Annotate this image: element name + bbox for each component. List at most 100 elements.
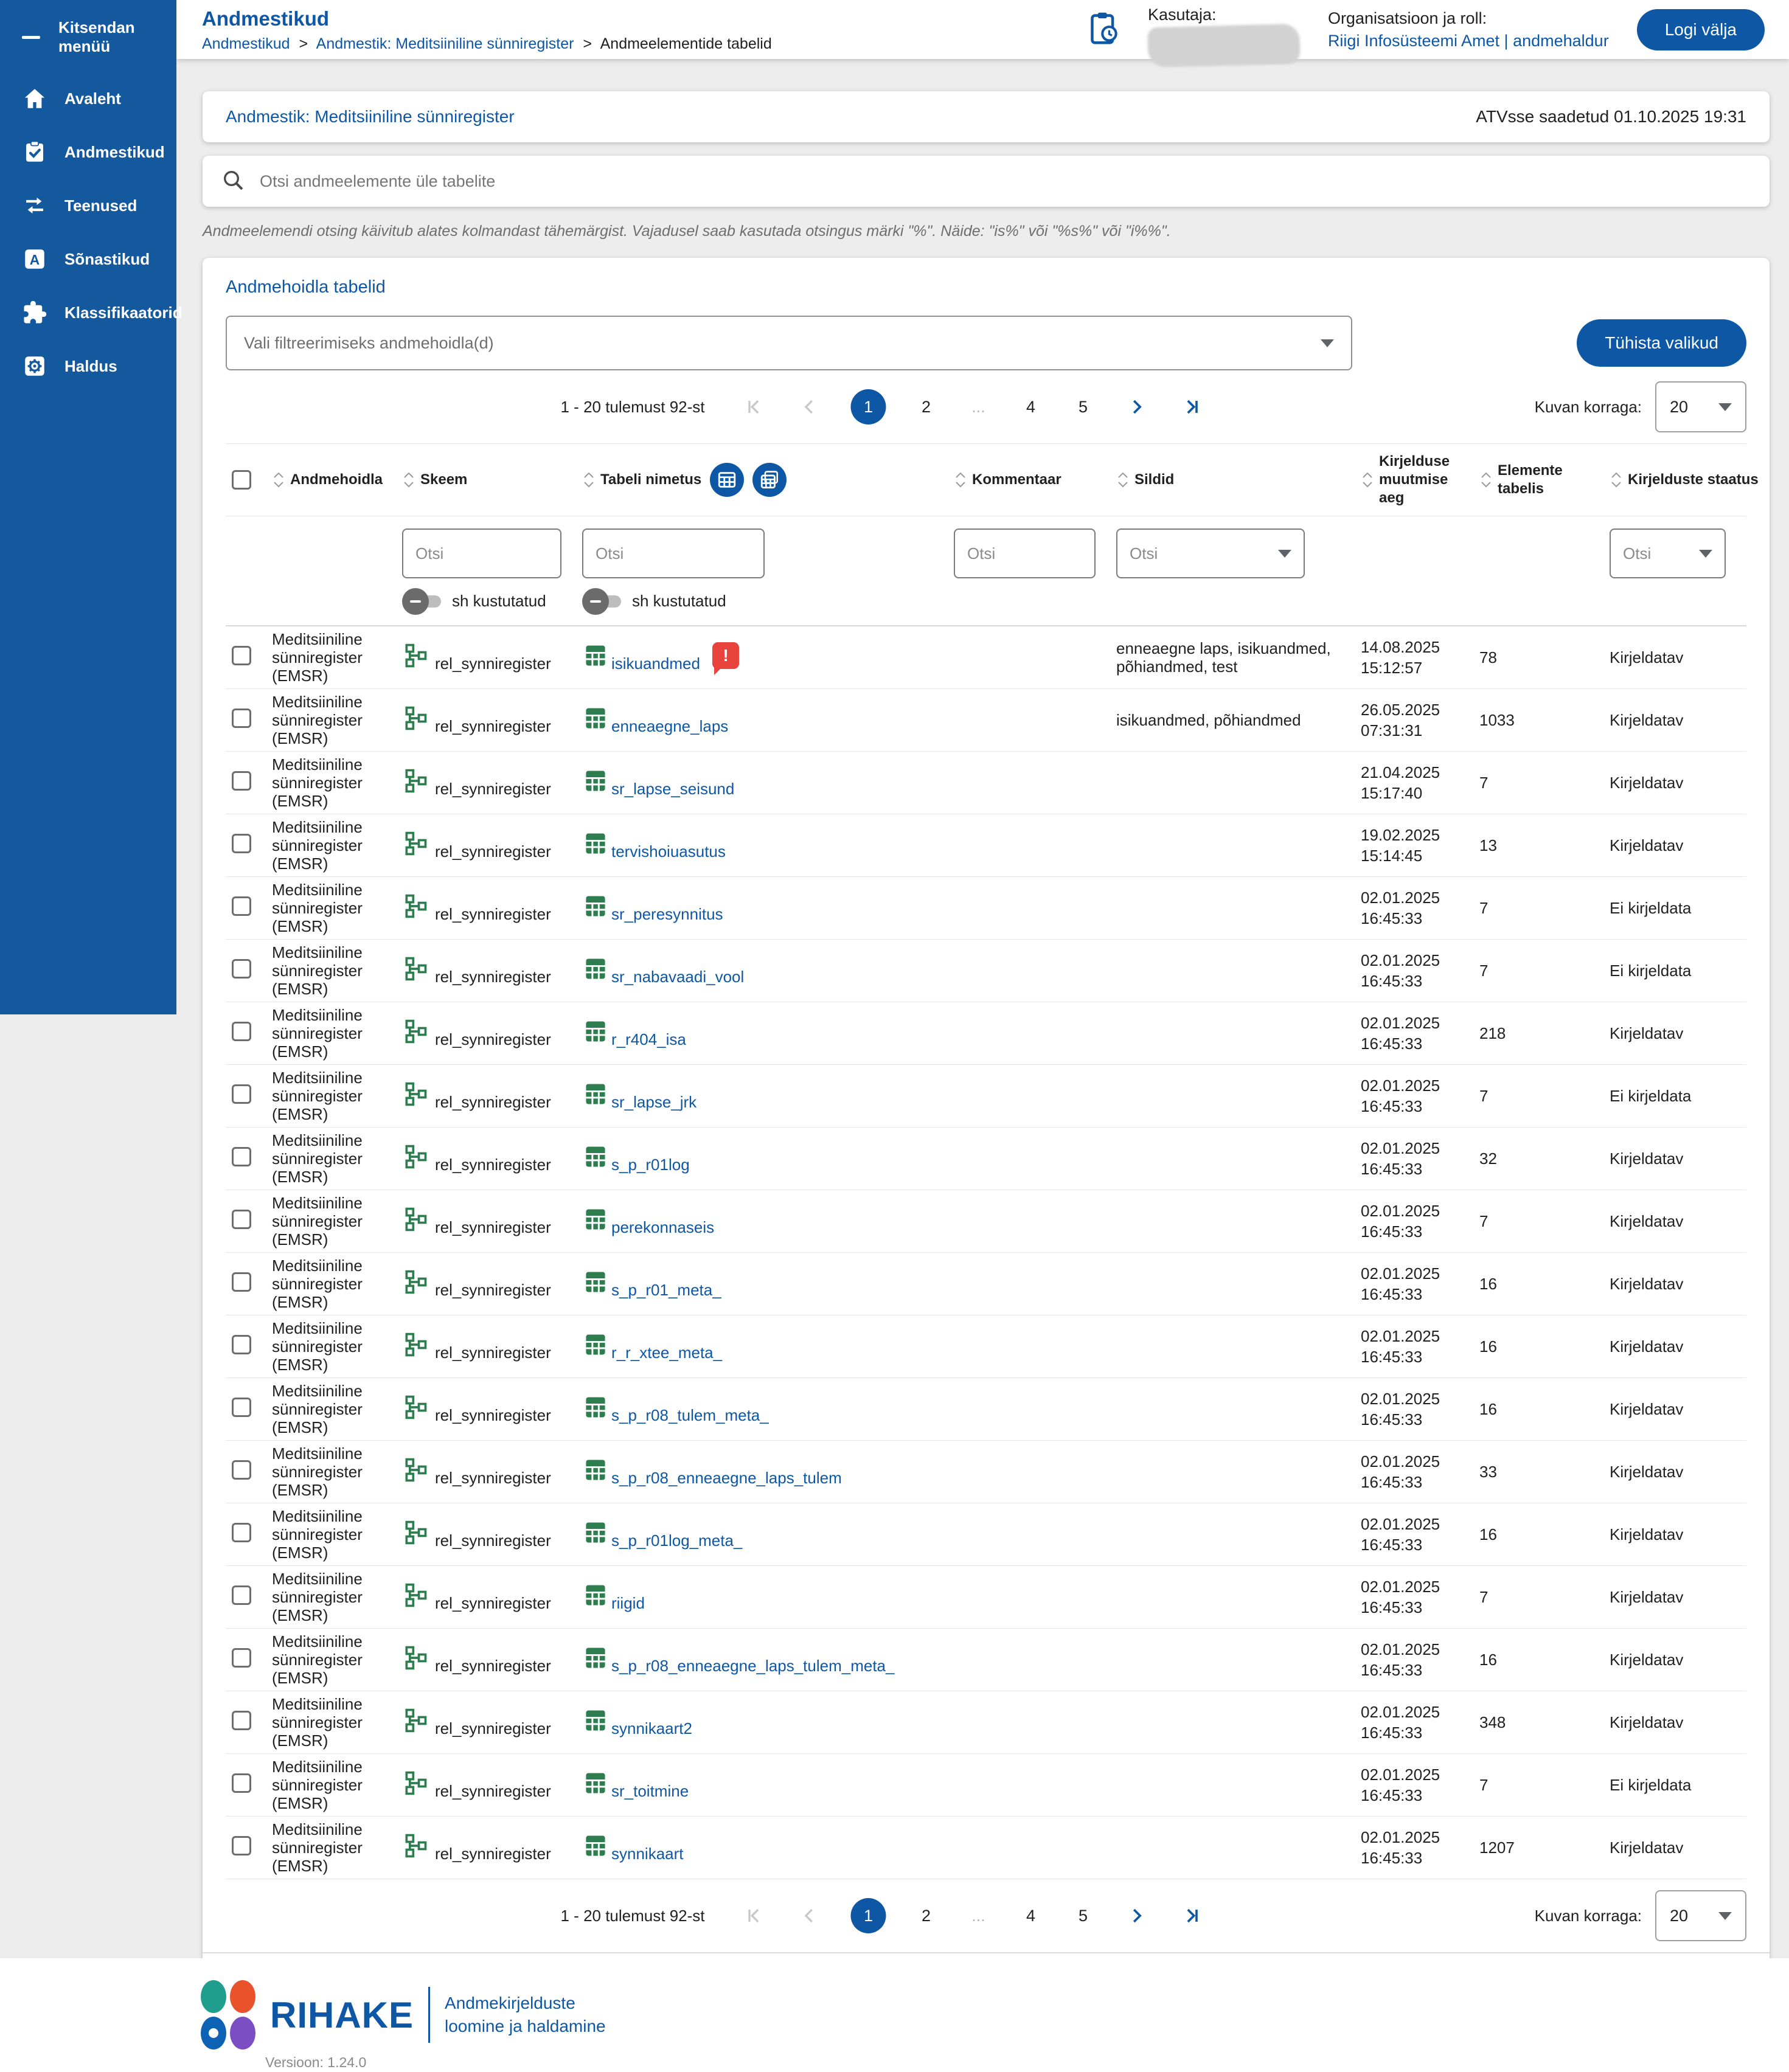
col-andmehoidla[interactable]: Andmehoidla: [272, 471, 402, 489]
table-name-link[interactable]: sr_lapse_jrk: [611, 1093, 696, 1111]
col-elemente[interactable]: Elemente tabelis: [1479, 462, 1610, 498]
first-page-icon[interactable]: [742, 393, 768, 420]
page-button-2[interactable]: 2: [914, 1907, 939, 1925]
row-checkbox[interactable]: [232, 1773, 251, 1793]
table-name-link[interactable]: isikuandmed: [611, 654, 700, 673]
table-name-link[interactable]: sr_nabavaadi_vool: [611, 968, 744, 986]
sidebar-item-avaleht[interactable]: Avaleht: [0, 72, 176, 125]
row-checkbox[interactable]: [232, 1648, 251, 1668]
table-name-link[interactable]: synnikaart: [611, 1845, 684, 1863]
filter-staatus-select[interactable]: Otsi: [1610, 528, 1726, 578]
tables-copy-view-button[interactable]: [752, 463, 787, 497]
last-page-icon[interactable]: [1178, 393, 1205, 420]
filter-sildid-select[interactable]: Otsi: [1116, 528, 1305, 578]
page-button-5[interactable]: 5: [1071, 398, 1096, 417]
row-checkbox[interactable]: [232, 1147, 251, 1166]
table-name-link[interactable]: enneaegne_laps: [611, 717, 728, 735]
last-page-icon[interactable]: [1178, 1902, 1205, 1929]
table-name-link[interactable]: riigid: [611, 1594, 645, 1612]
row-checkbox[interactable]: [232, 959, 251, 979]
row-checkbox[interactable]: [232, 1523, 251, 1542]
col-tabeli-nimetus[interactable]: Tabeli nimetus: [582, 463, 954, 497]
next-page-icon[interactable]: [1124, 393, 1150, 420]
filter-nimetus-input[interactable]: [582, 528, 765, 578]
sort-icon: [582, 471, 596, 489]
select-all-checkbox[interactable]: [232, 470, 251, 490]
page-button-1[interactable]: 1: [851, 1898, 886, 1933]
col-skeem[interactable]: Skeem: [402, 471, 582, 489]
next-page-icon[interactable]: [1124, 1902, 1150, 1929]
store-filter-select[interactable]: Vali filtreerimiseks andmehoidla(d): [226, 316, 1352, 370]
row-checkbox[interactable]: [232, 1210, 251, 1229]
page-button-2[interactable]: 2: [914, 398, 939, 417]
table-name-link[interactable]: synnikaart2: [611, 1719, 692, 1738]
row-staatus: Kirjeldatav: [1610, 836, 1746, 854]
row-checkbox[interactable]: [232, 771, 251, 791]
logout-button[interactable]: Logi välja: [1637, 9, 1765, 50]
table-name-link[interactable]: s_p_r01log: [611, 1156, 690, 1174]
version-label: Versioon: 1.24.0: [265, 2054, 366, 2071]
row-checkbox[interactable]: [232, 1836, 251, 1855]
table-name-link[interactable]: tervishoiuasutus: [611, 842, 726, 861]
row-checkbox[interactable]: [232, 1585, 251, 1605]
row-elemente: 7: [1479, 1212, 1610, 1230]
first-page-icon[interactable]: [742, 1902, 768, 1929]
col-sildid[interactable]: Sildid: [1116, 471, 1361, 489]
col-muutmise-aeg[interactable]: Kirjelduse muutmise aeg: [1361, 452, 1479, 507]
filter-kommentaar-input[interactable]: [954, 528, 1096, 578]
table-name-link[interactable]: s_p_r08_enneaegne_laps_tulem: [611, 1469, 842, 1487]
sidebar-item-haldus[interactable]: Haldus: [0, 339, 176, 393]
breadcrumb-andmestik[interactable]: Andmestik: Meditsiiniline sünniregister: [316, 35, 574, 52]
dataset-title-link[interactable]: Andmestik: Meditsiiniline sünniregister: [226, 107, 515, 126]
row-checkbox[interactable]: [232, 1335, 251, 1354]
table-name-link[interactable]: s_p_r08_enneaegne_laps_tulem_meta_: [611, 1657, 894, 1675]
prev-page-icon[interactable]: [796, 1902, 823, 1929]
page-button-1[interactable]: 1: [851, 389, 886, 424]
nimetus-deleted-toggle[interactable]: sh kustutatud: [582, 592, 933, 611]
prev-page-icon[interactable]: [796, 393, 823, 420]
row-checkbox[interactable]: [232, 1084, 251, 1104]
schema-icon: [402, 893, 429, 923]
clipboard-clock-icon[interactable]: [1089, 11, 1120, 48]
clear-selection-button[interactable]: Tühista valikud: [1577, 319, 1746, 367]
search-input[interactable]: [260, 172, 1751, 191]
row-checkbox[interactable]: [232, 1022, 251, 1041]
table-name-link[interactable]: s_p_r01_meta_: [611, 1281, 721, 1299]
table-name-link[interactable]: s_p_r08_tulem_meta_: [611, 1406, 769, 1424]
sidebar-collapse-button[interactable]: Kitsendan menüü: [0, 0, 176, 72]
filter-skeem-input[interactable]: [402, 528, 561, 578]
page-button-4[interactable]: 4: [1019, 1907, 1043, 1925]
col-kommentaar[interactable]: Kommentaar: [954, 471, 1116, 489]
per-page-select[interactable]: 20: [1655, 1890, 1746, 1941]
row-checkbox[interactable]: [232, 896, 251, 916]
sidebar-item-andmestikud[interactable]: Andmestikud: [0, 125, 176, 179]
table-name-link[interactable]: r_r_xtee_meta_: [611, 1343, 722, 1362]
row-checkbox[interactable]: [232, 709, 251, 728]
table-name-link[interactable]: s_p_r01log_meta_: [611, 1531, 742, 1550]
table-name-link[interactable]: sr_peresynnitus: [611, 905, 723, 923]
sidebar-item-sonastikud[interactable]: A Sõnastikud: [0, 232, 176, 286]
sidebar-item-teenused[interactable]: Teenused: [0, 179, 176, 232]
row-checkbox[interactable]: [232, 1460, 251, 1480]
row-muutmise-aeg: 02.01.2025 16:45:33: [1361, 1388, 1479, 1430]
col-staatus[interactable]: Kirjelduste staatus: [1610, 471, 1767, 489]
row-tabeli-nimetus: sr_toitmine: [582, 1770, 954, 1800]
table-name-link[interactable]: sr_lapse_seisund: [611, 780, 734, 798]
table-view-button[interactable]: [710, 463, 744, 497]
per-page-select[interactable]: 20: [1655, 381, 1746, 432]
table-name-link[interactable]: perekonnaseis: [611, 1218, 714, 1236]
row-checkbox[interactable]: [232, 1398, 251, 1417]
breadcrumb-andmestikud[interactable]: Andmestikud: [202, 35, 290, 52]
page-button-4[interactable]: 4: [1019, 398, 1043, 417]
row-checkbox[interactable]: [232, 834, 251, 853]
row-checkbox[interactable]: [232, 1711, 251, 1730]
skeem-deleted-toggle[interactable]: sh kustutatud: [402, 592, 561, 611]
page-button-5[interactable]: 5: [1071, 1907, 1096, 1925]
org-role-link[interactable]: Riigi Infosüsteemi Amet | andmehaldur: [1328, 30, 1609, 52]
row-checkbox[interactable]: [232, 646, 251, 665]
row-checkbox[interactable]: [232, 1272, 251, 1292]
sidebar-item-klassifikaatorid[interactable]: Klassifikaatorid: [0, 286, 176, 339]
table-name-link[interactable]: sr_toitmine: [611, 1782, 689, 1800]
table-name-link[interactable]: r_r404_isa: [611, 1030, 686, 1048]
schema-icon: [402, 830, 429, 861]
